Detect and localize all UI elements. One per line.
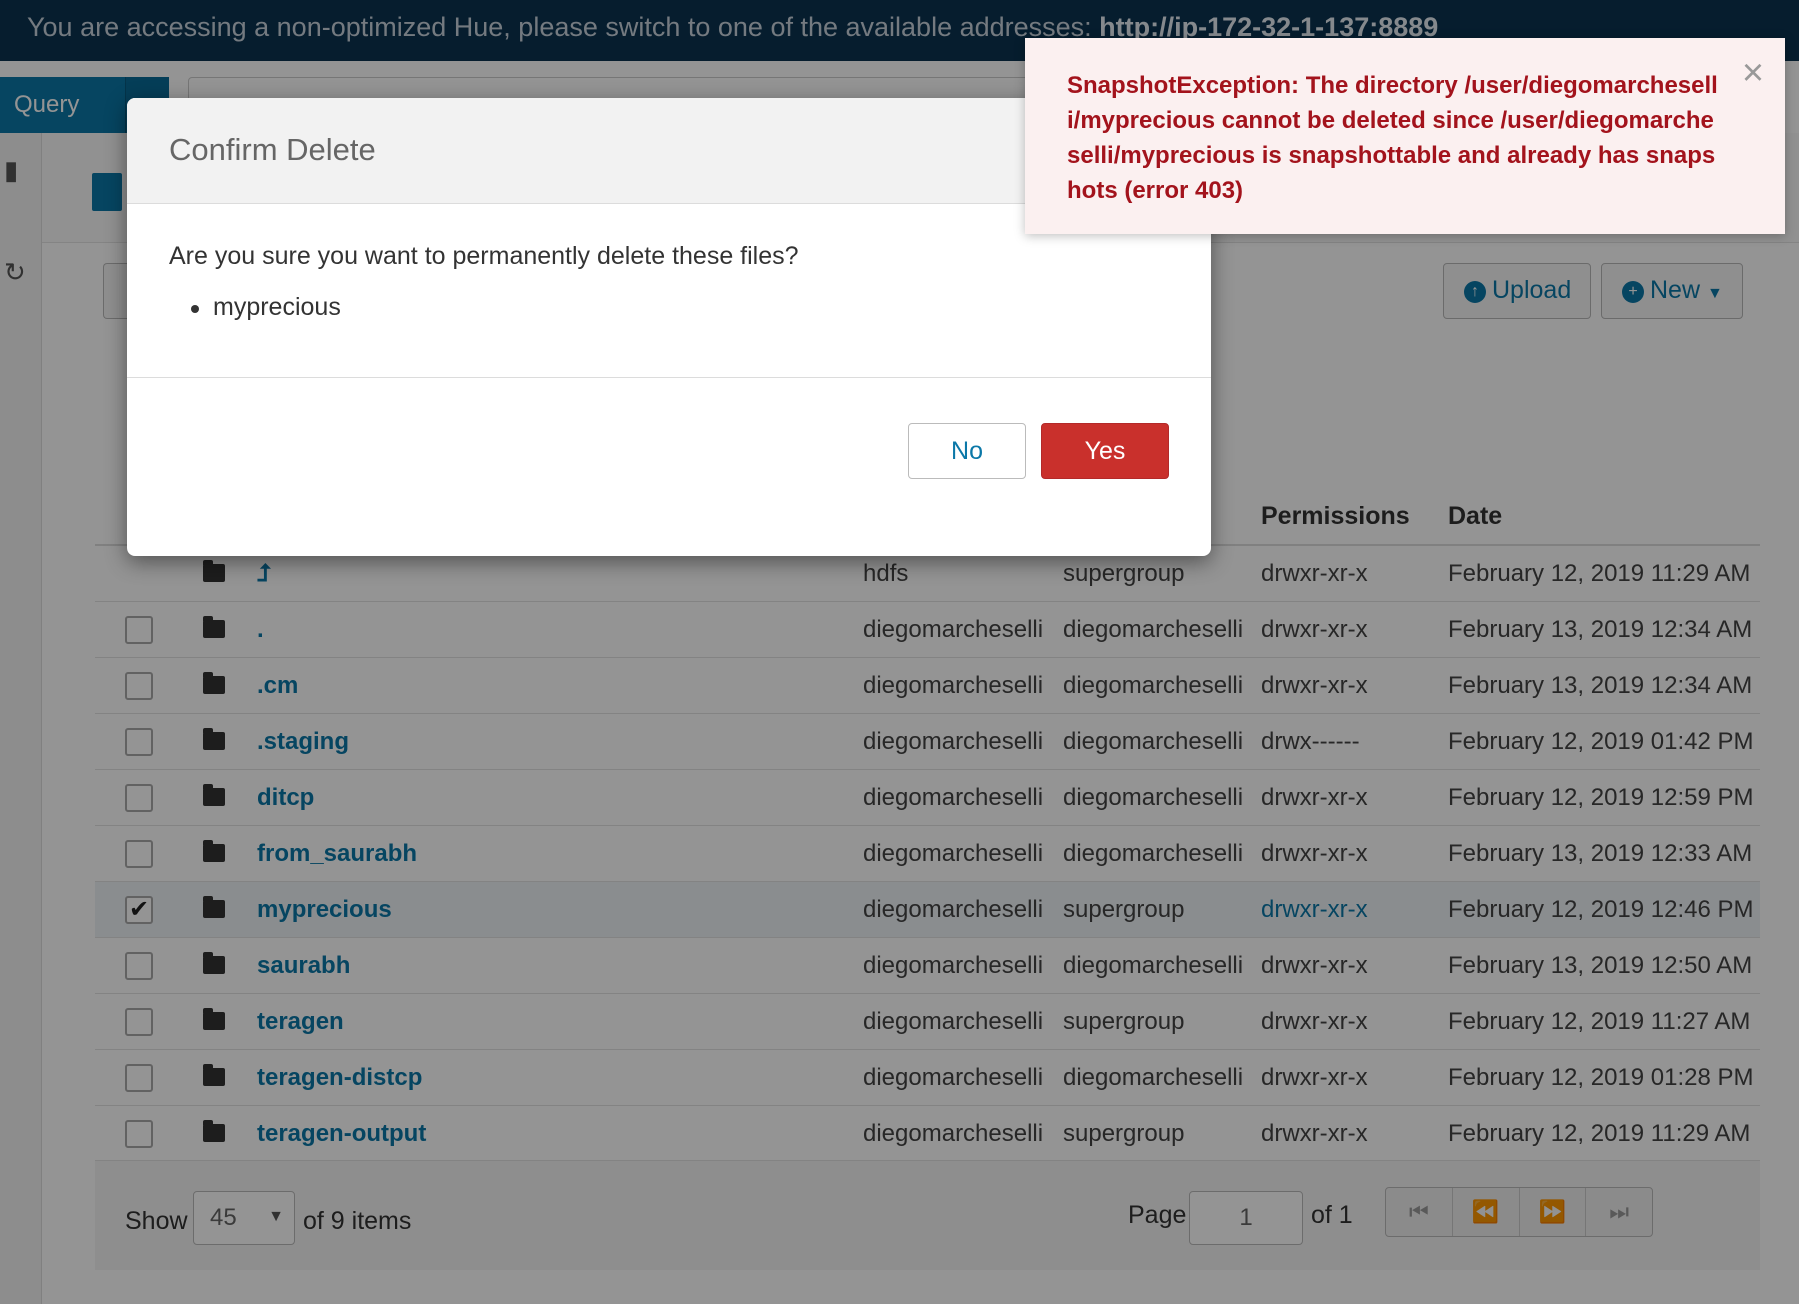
yes-button[interactable]: Yes [1041,423,1169,479]
error-message: SnapshotException: The directory /user/d… [1067,72,1718,204]
error-notification: SnapshotException: The directory /user/d… [1025,38,1785,234]
close-icon[interactable]: × [1735,54,1771,92]
files-to-delete-list: myprecious [169,293,1211,322]
modal-question: Are you sure you want to permanently del… [169,242,799,270]
no-button[interactable]: No [908,423,1026,479]
file-to-delete: myprecious [191,293,1211,322]
